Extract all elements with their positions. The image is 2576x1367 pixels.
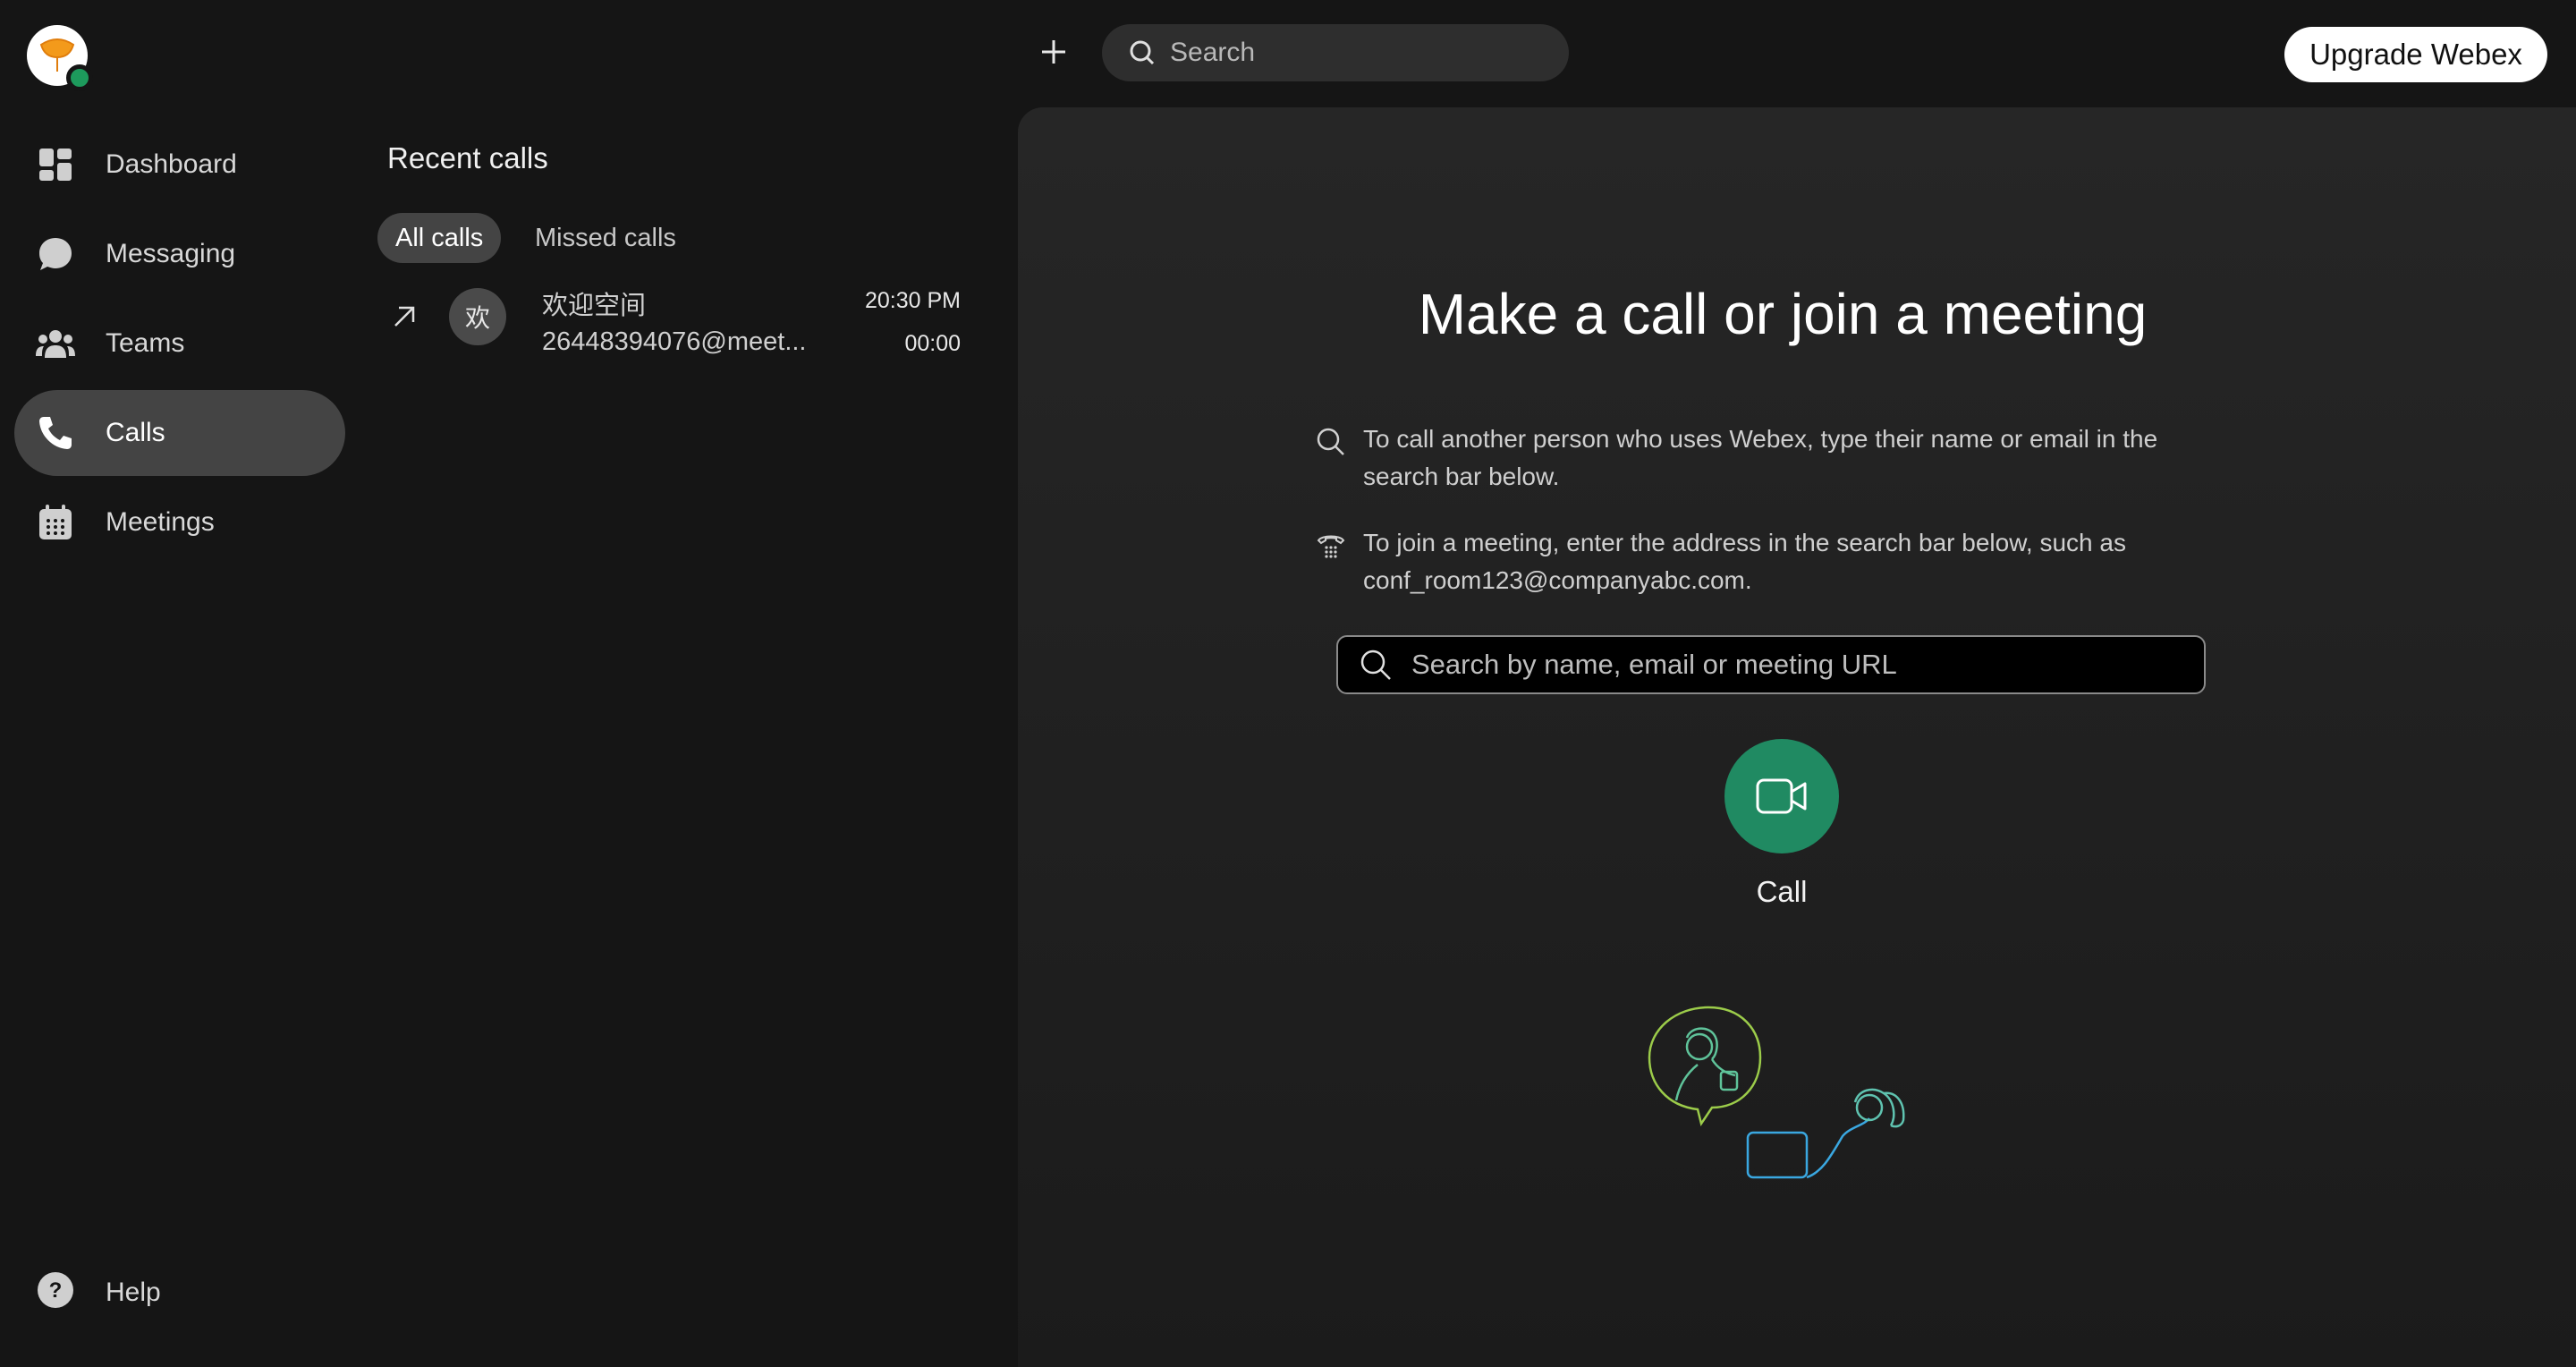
help-icon: ?	[36, 1270, 75, 1314]
sidebar-item-dashboard[interactable]: Dashboard	[14, 122, 345, 208]
sidebar-item-label: Dashboard	[106, 149, 237, 179]
search-icon	[1130, 40, 1155, 65]
call-history-row[interactable]: 欢 欢迎空间 26448394076@meet... 20:30 PM 00:0…	[376, 277, 1002, 363]
call-hint: To call another person who uses Webex, t…	[1313, 420, 2207, 501]
main-panel: Make a call or join a meeting To call an…	[1018, 107, 2576, 1367]
call-contact-address: 26448394076@meet...	[542, 327, 807, 356]
add-button[interactable]	[1034, 32, 1073, 72]
meeting-hint: To join a meeting, enter the address in …	[1313, 524, 2207, 605]
desk-phone-icon	[1317, 535, 1345, 558]
sidebar-item-messaging[interactable]: Messaging	[14, 211, 345, 297]
calendar-icon	[36, 503, 75, 542]
call-button[interactable]	[1724, 739, 1839, 853]
call-time: 20:30 PM	[864, 288, 961, 313]
call-illustration	[1648, 1006, 1905, 1179]
search-icon	[1360, 650, 1391, 680]
sidebar-item-label: Teams	[106, 328, 185, 358]
top-bar: Search Upgrade Webex	[0, 0, 2576, 107]
recent-calls-panel: Recent calls All calls Missed calls 欢 欢迎…	[358, 107, 1016, 1367]
call-button-label: Call	[1756, 875, 1808, 908]
outgoing-arrow-icon	[394, 306, 415, 327]
sidebar-item-meetings[interactable]: Meetings	[14, 480, 345, 565]
svg-text:?: ?	[49, 1278, 63, 1303]
people-icon	[36, 324, 75, 363]
sidebar-item-label: Messaging	[106, 239, 236, 268]
chat-bubble-icon	[36, 234, 75, 274]
sidebar-item-label: Meetings	[106, 507, 215, 537]
upgrade-webex-button[interactable]: Upgrade Webex	[2284, 27, 2547, 82]
recent-calls-title: Recent calls	[387, 141, 548, 174]
top-search-placeholder: Search	[1170, 38, 1256, 67]
sidebar-item-teams[interactable]: Teams	[14, 301, 345, 386]
call-hint-text: To call another person who uses Webex, t…	[1363, 425, 2158, 490]
filter-all-calls[interactable]: All calls	[377, 213, 502, 263]
filter-missed-calls[interactable]: Missed calls	[517, 213, 694, 263]
phone-icon	[36, 413, 75, 453]
meeting-hint-text: To join a meeting, enter the address in …	[1363, 529, 2126, 594]
sidebar-item-label: Calls	[106, 418, 165, 447]
plus-icon	[1042, 40, 1065, 64]
call-contact-name: 欢迎空间	[542, 292, 647, 320]
dashboard-icon	[36, 145, 75, 184]
page-title: Make a call or join a meeting	[1418, 282, 2148, 346]
video-camera-icon	[1756, 778, 1807, 814]
contact-avatar: 欢	[449, 288, 506, 345]
call-duration: 00:00	[904, 331, 961, 356]
sidebar-item-calls[interactable]: Calls	[14, 390, 345, 476]
help-label: Help	[106, 1277, 161, 1307]
sidebar: Dashboard Messaging Teams Calls Meetings…	[0, 107, 358, 1367]
search-icon	[1317, 428, 1344, 455]
call-search-input[interactable]: Search by name, email or meeting URL	[1336, 635, 2206, 694]
user-avatar[interactable]	[27, 25, 93, 91]
help-button[interactable]: ? Help	[36, 1270, 161, 1314]
call-search-placeholder: Search by name, email or meeting URL	[1411, 649, 1897, 680]
presence-status-icon	[66, 64, 93, 91]
top-search-bar[interactable]: Search	[1102, 24, 1569, 81]
